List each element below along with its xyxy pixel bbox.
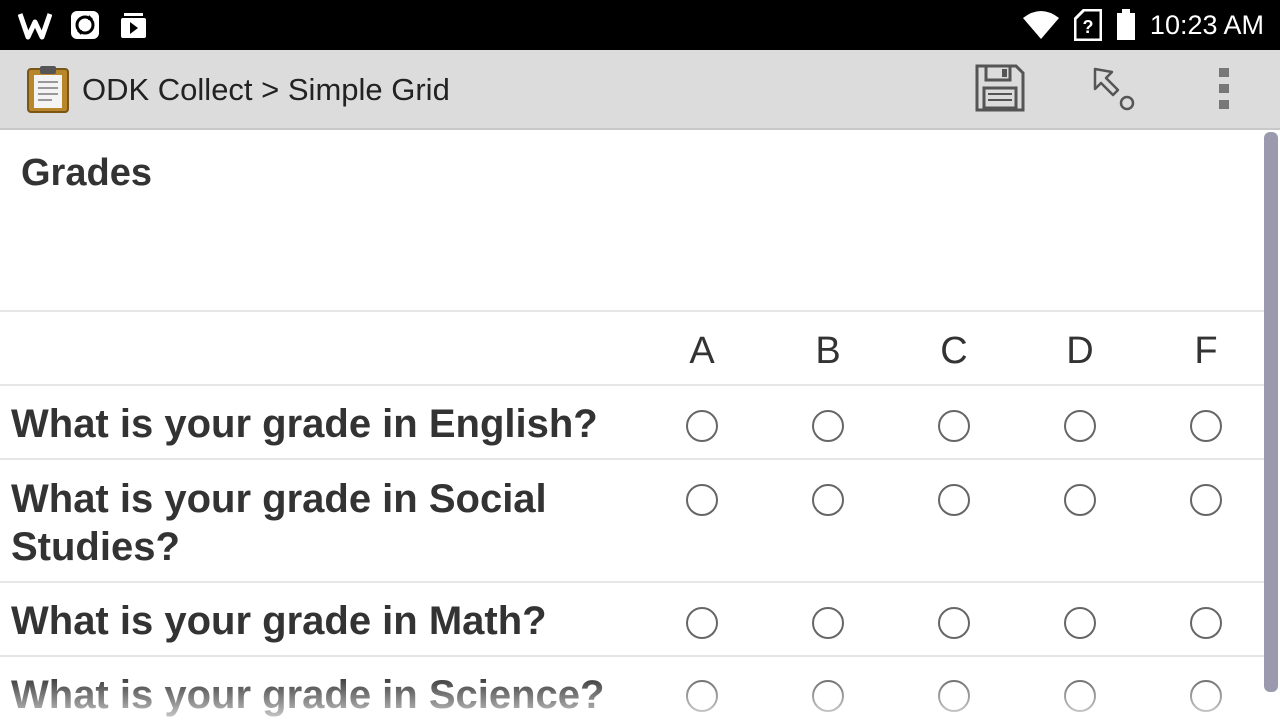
battery-icon (1116, 9, 1136, 41)
radio-social-studies-b[interactable] (812, 484, 844, 516)
scrollbar[interactable] (1264, 132, 1278, 692)
question-english: What is your grade in English? (11, 402, 598, 446)
radio-math-b[interactable] (812, 607, 844, 639)
jump-icon (1089, 63, 1139, 118)
overflow-menu-icon (1217, 66, 1231, 115)
radio-english-c[interactable] (938, 410, 970, 442)
column-header-d: D (1066, 330, 1094, 372)
radio-social-studies-a[interactable] (686, 484, 718, 516)
radio-science-f[interactable] (1190, 680, 1222, 712)
action-bar: ODK Collect > Simple Grid (0, 50, 1280, 130)
radio-science-a[interactable] (686, 680, 718, 712)
divider (0, 384, 1264, 386)
radio-english-b[interactable] (812, 410, 844, 442)
no-sim-icon: ? (1073, 9, 1102, 41)
radio-english-f[interactable] (1190, 410, 1222, 442)
radio-math-f[interactable] (1190, 607, 1222, 639)
radio-social-studies-c[interactable] (938, 484, 970, 516)
save-button[interactable] (972, 64, 1028, 116)
radio-science-c[interactable] (938, 680, 970, 712)
radio-social-studies-d[interactable] (1064, 484, 1096, 516)
column-header-c: C (940, 330, 968, 372)
svg-text:?: ? (1082, 17, 1093, 37)
radio-math-c[interactable] (938, 607, 970, 639)
column-header-b: B (815, 330, 841, 372)
radio-science-b[interactable] (812, 680, 844, 712)
w-app-icon (18, 10, 52, 40)
divider (0, 310, 1264, 312)
media-icon (118, 10, 148, 40)
radio-math-a[interactable] (686, 607, 718, 639)
divider (0, 458, 1264, 460)
column-header-f: F (1194, 330, 1218, 372)
divider (0, 655, 1264, 657)
wifi-icon (1022, 10, 1060, 40)
group-title: Grades (21, 152, 152, 194)
clock: 10:23 AM (1149, 9, 1264, 40)
overflow-menu-button[interactable] (1204, 64, 1244, 116)
jump-button[interactable] (1086, 64, 1142, 116)
clipboard-icon (26, 65, 72, 113)
radio-math-d[interactable] (1064, 607, 1096, 639)
question-social-studies: What is your grade in Social Studies? (11, 477, 547, 569)
radio-social-studies-f[interactable] (1190, 484, 1222, 516)
divider (0, 581, 1264, 583)
radio-science-d[interactable] (1064, 680, 1096, 712)
question-science: What is your grade in Science? (11, 673, 605, 717)
radio-english-a[interactable] (686, 410, 718, 442)
question-math: What is your grade in Math? (11, 599, 547, 643)
save-icon (974, 63, 1026, 118)
column-header-a: A (689, 330, 715, 372)
radio-english-d[interactable] (1064, 410, 1096, 442)
sync-icon (70, 10, 100, 40)
app-title: ODK Collect > Simple Grid (82, 72, 450, 107)
status-bar: ? 10:23 AM (0, 0, 1280, 50)
form-content: Grades A B C D F What is your grade in E… (0, 130, 1264, 720)
